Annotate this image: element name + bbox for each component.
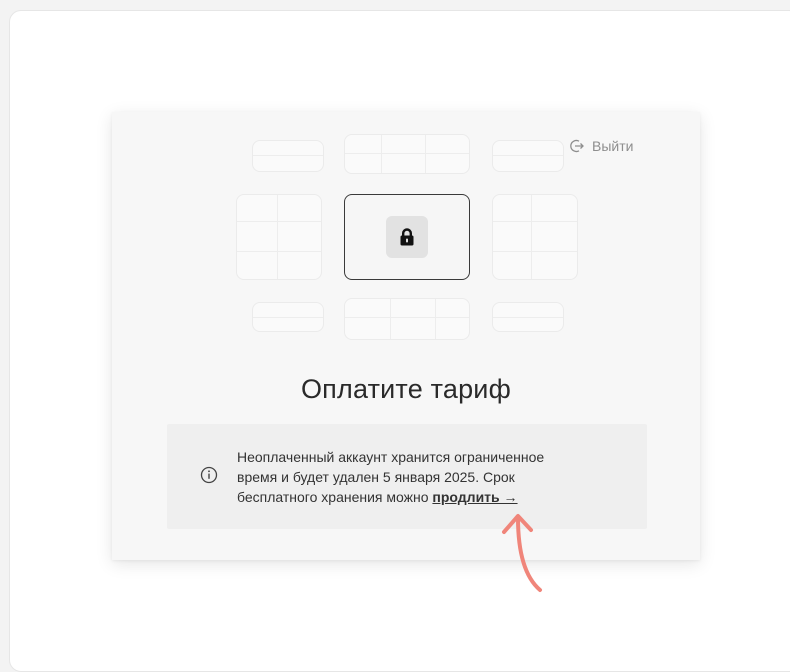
locked-widget	[344, 194, 470, 280]
paywall-card: Выйти Оплатите тариф Неоплаченный аккаун…	[112, 112, 700, 560]
placeholder-tile	[492, 140, 564, 172]
placeholder-tile	[252, 140, 324, 172]
lock-icon	[386, 216, 428, 258]
placeholder-tile	[492, 194, 578, 280]
placeholder-tile	[236, 194, 322, 280]
notice-line-1: Неоплаченный аккаунт хранится ограниченн…	[237, 449, 545, 465]
placeholder-tile	[344, 298, 470, 340]
logout-button[interactable]: Выйти	[569, 138, 633, 154]
notice-line-2: время и будет удален 5 января 2025. Срок	[237, 469, 515, 485]
notice-line-3: бесплатного хранения можно	[237, 489, 429, 505]
storage-notice: Неоплаченный аккаунт хранится ограниченн…	[167, 424, 647, 529]
logout-icon	[569, 138, 585, 154]
extend-link[interactable]: продлить →	[432, 489, 517, 505]
notice-text: Неоплаченный аккаунт хранится ограниченн…	[237, 447, 617, 507]
logout-label: Выйти	[592, 138, 634, 154]
arrow-annotation	[502, 514, 542, 592]
placeholder-tile	[252, 302, 324, 332]
page-title: Оплатите тариф	[300, 374, 512, 404]
placeholder-tile	[344, 134, 470, 174]
placeholder-tile	[492, 302, 564, 332]
info-icon	[200, 466, 218, 489]
